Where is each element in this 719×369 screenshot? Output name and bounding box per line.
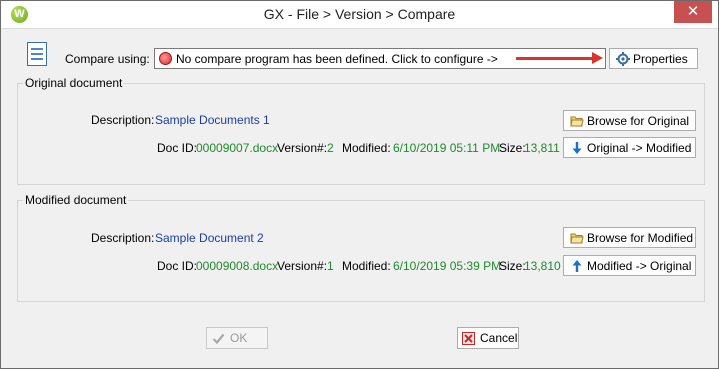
annotation-arrow-head	[592, 52, 603, 64]
modified-to-original-button[interactable]: Modified -> Original	[563, 255, 696, 276]
modified-to-original-label: Modified -> Original	[587, 259, 692, 273]
compare-document-icon	[27, 42, 47, 66]
modified-description-label: Description:	[91, 231, 155, 245]
modified-docid-value: 00009008.docx	[196, 259, 279, 273]
original-description-value: Sample Documents 1	[155, 113, 270, 127]
original-size-value: 13,811	[524, 141, 560, 155]
browse-original-button[interactable]: Browse for Original	[563, 110, 696, 131]
modified-size-label: Size:	[499, 259, 526, 273]
original-to-modified-label: Original -> Modified	[587, 141, 692, 155]
original-docid-value: 00009007.docx	[196, 141, 279, 155]
close-button[interactable]: ✕	[674, 1, 712, 23]
gear-icon	[616, 52, 630, 66]
original-document-group	[17, 83, 705, 185]
original-modified-value: 6/10/2019 05:11 PM	[393, 141, 501, 155]
compare-dialog: W GX - File > Version > Compare ✕ Compar…	[0, 0, 719, 369]
original-version-label: Version#:	[277, 141, 328, 155]
original-to-modified-button[interactable]: Original -> Modified	[563, 137, 696, 158]
compare-using-label: Compare using:	[65, 52, 150, 66]
modified-size-value: 13,810	[524, 259, 561, 273]
modified-group-title: Modified document	[23, 193, 129, 207]
original-size-label: Size:	[499, 141, 526, 155]
ok-button[interactable]: OK	[206, 327, 268, 349]
modified-description-value: Sample Document 2	[155, 231, 264, 245]
original-version-value: 2	[327, 141, 334, 155]
folder-open-icon	[570, 233, 584, 244]
modified-version-label: Version#:	[277, 259, 328, 273]
properties-button[interactable]: Properties	[609, 48, 698, 69]
browse-original-label: Browse for Original	[587, 114, 690, 128]
modified-docid-label: Doc ID:	[157, 259, 198, 273]
compare-program-value: No compare program has been defined. Cli…	[176, 52, 498, 66]
folder-open-icon	[570, 116, 584, 127]
red-circle-icon	[159, 52, 172, 65]
original-modified-label: Modified:	[342, 141, 391, 155]
modified-version-value: 1	[327, 259, 334, 273]
title-bar[interactable]: W GX - File > Version > Compare ✕	[1, 1, 718, 29]
window-title: GX - File > Version > Compare	[263, 6, 456, 22]
cancel-button[interactable]: Cancel	[457, 327, 519, 349]
original-description-label: Description:	[91, 113, 155, 127]
ok-label: OK	[230, 331, 248, 345]
arrow-up-icon	[572, 260, 582, 272]
checkmark-icon	[212, 333, 225, 345]
modified-modified-label: Modified:	[342, 259, 391, 273]
modified-modified-value: 6/10/2019 05:39 PM	[393, 259, 502, 273]
cancel-label: Cancel	[480, 331, 518, 345]
original-group-title: Original document	[23, 76, 125, 90]
properties-label: Properties	[633, 52, 688, 66]
cancel-icon	[462, 332, 475, 345]
modified-document-group	[17, 200, 705, 302]
browse-modified-label: Browse for Modified	[587, 231, 694, 245]
original-docid-label: Doc ID:	[157, 141, 198, 155]
annotation-arrow-line	[516, 57, 596, 60]
browse-modified-button[interactable]: Browse for Modified	[563, 227, 696, 248]
arrow-down-icon	[572, 142, 582, 154]
